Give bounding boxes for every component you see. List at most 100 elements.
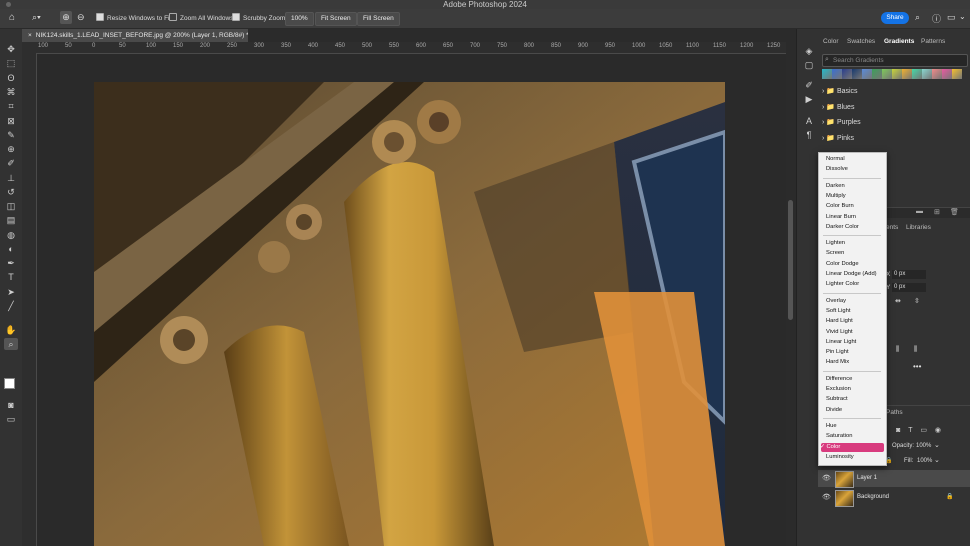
distribute-icon[interactable]: ⫼ [914,346,917,354]
color-panel-icon[interactable]: ◈ [802,45,816,57]
character-icon[interactable]: A [802,115,816,127]
blend-mode-item[interactable]: Hard Light [826,318,853,324]
blend-mode-item[interactable]: Multiply [826,193,846,199]
foreground-color-swatch[interactable] [4,378,15,389]
history-brush-tool-icon[interactable]: ↺ [4,186,18,198]
chevron-down-icon[interactable]: ⌄ [934,456,940,464]
zoom-tool-icon[interactable]: ⌕ [4,338,18,350]
screen-mode-icon[interactable]: ▭ [4,413,18,425]
gradient-folder-basics[interactable]: › 📁 Basics [822,87,858,95]
actions-icon[interactable]: ▶ [802,93,816,105]
blend-mode-item[interactable]: Linear Burn [826,214,856,220]
gradient-swatch[interactable] [902,69,912,79]
window-close-button[interactable] [6,2,11,7]
crop-tool-icon[interactable]: ⌗ [4,100,18,112]
gradient-swatch[interactable] [892,69,902,79]
tab-paths[interactable]: Paths [886,409,903,416]
blend-mode-item[interactable]: Luminosity [826,454,854,460]
fill-field[interactable]: 100% [917,458,932,464]
blend-mode-item[interactable]: Normal [826,156,845,162]
quick-selection-tool-icon[interactable]: ⌘ [4,86,18,98]
gradient-swatch[interactable] [872,69,882,79]
blend-mode-item[interactable]: Darken [826,183,845,189]
document-image[interactable] [94,82,725,546]
help-icon[interactable]: ⓘ [932,12,941,25]
blend-mode-item[interactable]: Difference [826,376,852,382]
tab-color[interactable]: Color [823,38,839,45]
blend-mode-dropdown[interactable]: Normal Dissolve Darken Multiply Color Burn Li… [818,152,887,466]
document-tab[interactable]: × NIK124.skills_1.LEAD_INSET_BEFORE.jpg @… [22,29,249,42]
resize-windows-checkbox[interactable]: Resize Windows to Fit [96,13,171,24]
tab-adjustments[interactable]: ents [886,224,898,231]
flip-horizontal-icon[interactable]: ⇹ [895,297,901,305]
blur-tool-icon[interactable]: ◍ [4,229,18,241]
gradient-swatch[interactable] [932,69,942,79]
scrollbar-thumb[interactable] [788,200,793,320]
blend-mode-item[interactable]: Linear Dodge (Add) [826,271,877,277]
blend-mode-item[interactable]: ✓ Color [820,444,840,450]
blend-mode-item[interactable]: Color Dodge [826,261,859,267]
visibility-eye-icon[interactable]: 👁 [822,493,831,501]
delete-icon[interactable]: 🗑 [950,208,959,216]
blend-mode-item[interactable]: Lighten [826,240,845,246]
dodge-tool-icon[interactable]: ◐ [4,243,18,255]
gradient-swatch[interactable] [832,69,842,79]
tab-patterns[interactable]: Patterns [921,38,945,45]
gradient-swatch[interactable] [912,69,922,79]
gradient-search-input[interactable]: ⌕ Search Gradients [822,54,968,67]
share-button[interactable]: Share [881,12,909,24]
align-icon[interactable]: ⫼ [896,346,899,354]
blend-mode-item[interactable]: Subtract [826,396,848,402]
healing-brush-tool-icon[interactable]: ⊕ [4,143,18,155]
lasso-tool-icon[interactable]: ʘ [4,72,18,84]
hand-tool-icon[interactable]: ✋ [4,324,18,336]
zoom-in-icon[interactable]: ⊕ [60,11,72,24]
lock-icon[interactable]: 🔒 [946,493,953,500]
clone-stamp-tool-icon[interactable]: ⊥ [4,172,18,184]
gradient-folder-purples[interactable]: › 📁 Purples [822,118,861,126]
gradient-swatch[interactable] [822,69,832,79]
line-tool-icon[interactable]: ╱ [4,300,18,312]
blend-mode-item[interactable]: Exclusion [826,386,851,392]
zoom-all-windows-checkbox[interactable]: Zoom All Windows [169,13,233,24]
gradient-folder-blues[interactable]: › 📁 Blues [822,103,854,111]
zoom-percent-button[interactable]: 100% [285,12,314,26]
move-tool-icon[interactable]: ✥ [4,43,18,55]
gradient-tool-icon[interactable]: ▤ [4,214,18,226]
blend-mode-item[interactable]: Dissolve [826,166,848,172]
close-icon[interactable]: × [28,32,32,39]
brush-tool-icon[interactable]: ✐ [4,157,18,169]
new-folder-icon[interactable]: ▬ [916,208,923,215]
blend-mode-item[interactable]: Linear Light [826,339,856,345]
blend-mode-item[interactable]: Darker Color [826,224,859,230]
opacity-field[interactable]: 100% [916,443,931,449]
frame-tool-icon[interactable]: ⊠ [4,115,18,127]
fit-screen-button[interactable]: Fit Screen [315,12,357,26]
blend-mode-item[interactable]: Overlay [826,298,846,304]
gradient-swatch[interactable] [942,69,952,79]
eyedropper-tool-icon[interactable]: ✎ [4,129,18,141]
brush-settings-icon[interactable]: ✐ [802,79,816,91]
paragraph-icon[interactable]: ¶ [802,129,816,141]
blend-mode-item[interactable]: Soft Light [826,308,851,314]
chevron-down-icon[interactable]: ⌄ [934,441,940,449]
scrubby-zoom-checkbox[interactable]: Scrubby Zoom [232,13,285,24]
comments-icon[interactable]: ▢ [802,59,816,71]
new-gradient-icon[interactable]: ⊞ [934,208,940,216]
fill-screen-button[interactable]: Fill Screen [357,12,400,26]
home-icon[interactable]: ⌂ [9,12,15,23]
chevron-down-icon[interactable]: ⌄ [959,12,966,21]
blend-mode-item[interactable]: Hue [826,423,837,429]
blend-mode-item[interactable]: Pin Light [826,349,849,355]
type-tool-icon[interactable]: T [4,271,18,283]
tab-gradients[interactable]: Gradients [884,38,914,45]
gradient-swatch[interactable] [852,69,862,79]
flip-vertical-icon[interactable]: ⇳ [914,297,920,305]
marquee-tool-icon[interactable]: ⬚ [4,57,18,69]
search-icon[interactable]: ⌕ [915,12,920,23]
tab-libraries[interactable]: Libraries [906,224,931,231]
zoom-tool-preset-icon[interactable]: ⌕▾ [32,12,41,23]
blend-mode-item[interactable]: Divide [826,407,842,413]
gradient-swatch[interactable] [922,69,932,79]
x-field[interactable]: 0 px [892,270,926,279]
